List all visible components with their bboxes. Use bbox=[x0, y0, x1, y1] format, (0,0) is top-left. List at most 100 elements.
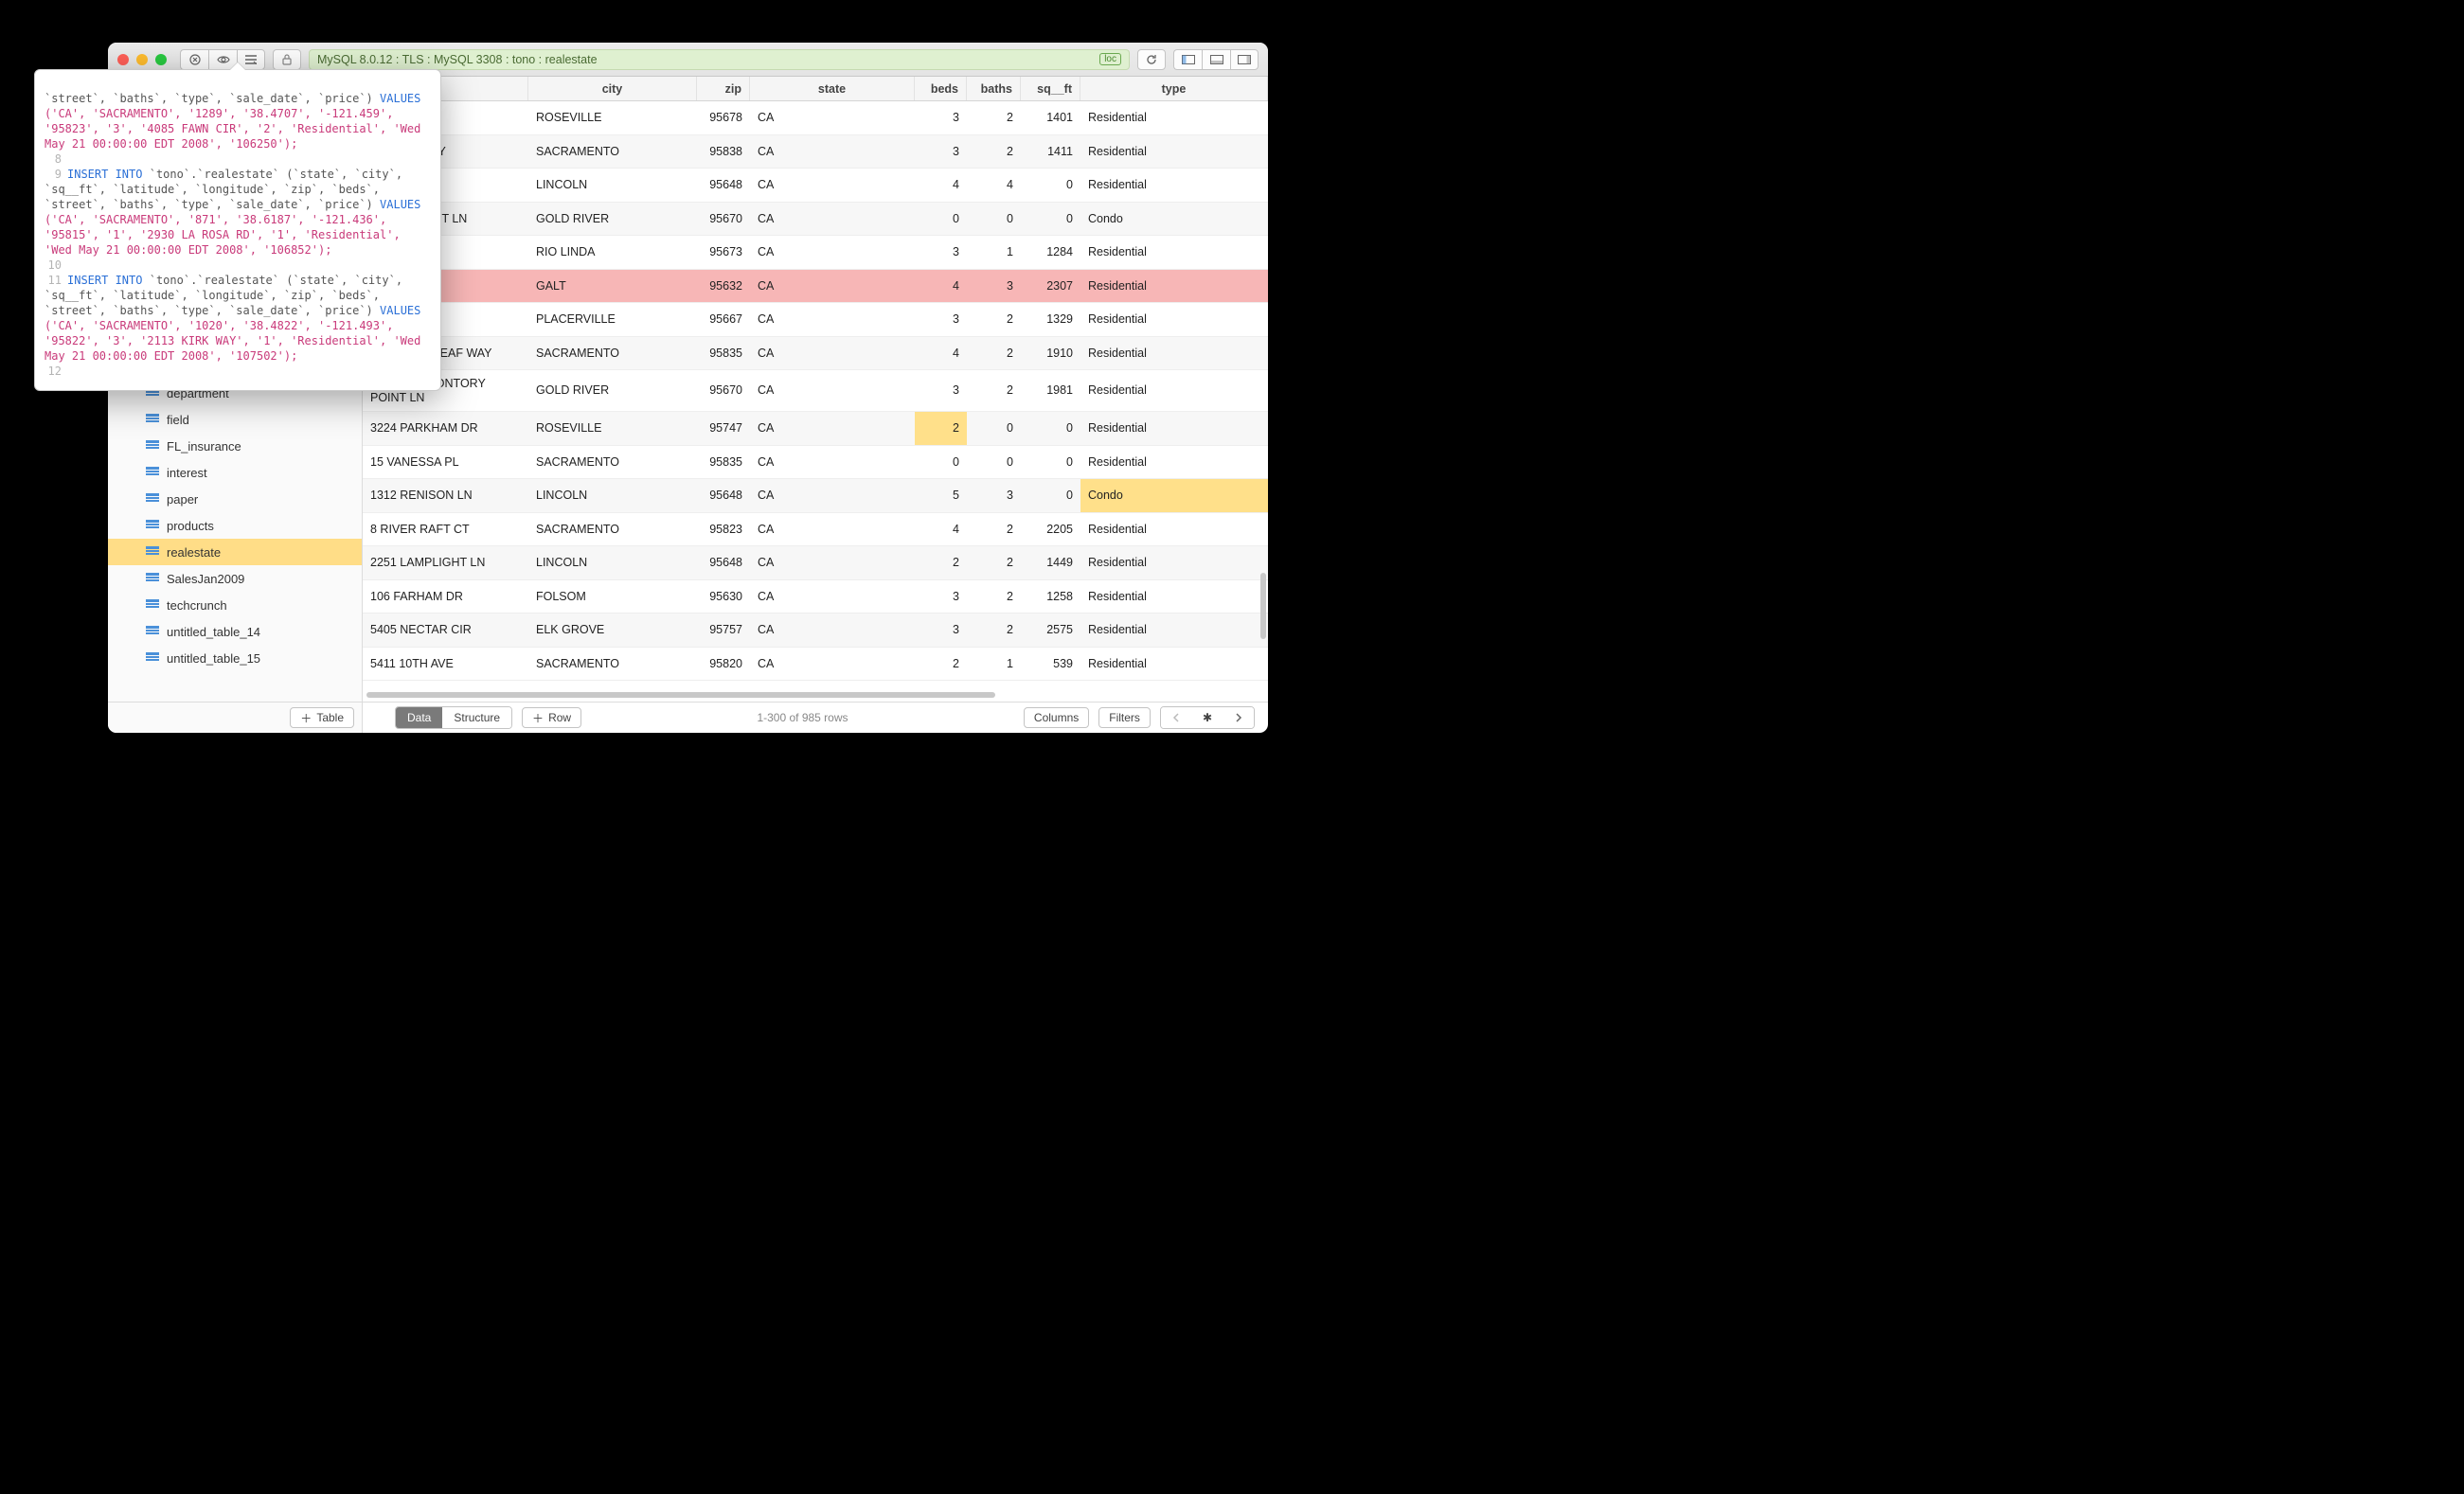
cell[interactable]: CA bbox=[750, 614, 915, 647]
cell[interactable]: FOLSOM bbox=[528, 580, 697, 614]
table-row[interactable]: 5411 10TH AVESACRAMENTO95820CA21539Resid… bbox=[363, 648, 1268, 682]
h-scrollbar[interactable] bbox=[363, 688, 1268, 702]
cell[interactable]: Residential bbox=[1080, 513, 1268, 546]
table-row[interactable]: EY LNLINCOLN95648CA440Residential bbox=[363, 169, 1268, 203]
cell[interactable]: SACRAMENTO bbox=[528, 337, 697, 370]
cell[interactable]: CA bbox=[750, 203, 915, 236]
cell[interactable]: Residential bbox=[1080, 169, 1268, 202]
prev-page-button[interactable] bbox=[1161, 707, 1191, 728]
cell[interactable]: 2 bbox=[967, 135, 1021, 169]
cell[interactable]: Residential bbox=[1080, 370, 1268, 411]
cell[interactable]: 3224 PARKHAM DR bbox=[363, 412, 528, 445]
cell[interactable]: 95632 bbox=[697, 270, 750, 303]
sidebar-item-realestate[interactable]: realestate bbox=[108, 539, 362, 565]
cell[interactable]: 95678 bbox=[697, 101, 750, 134]
cell[interactable]: RIO LINDA bbox=[528, 236, 697, 269]
cell[interactable]: 106 FARHAM DR bbox=[363, 580, 528, 614]
cell[interactable]: CA bbox=[750, 479, 915, 512]
cell[interactable]: CA bbox=[750, 169, 915, 202]
cell[interactable]: 95648 bbox=[697, 169, 750, 202]
col-city[interactable]: city bbox=[528, 77, 697, 100]
col-baths[interactable]: baths bbox=[967, 77, 1021, 100]
cell[interactable]: GOLD RIVER bbox=[528, 370, 697, 411]
cell[interactable]: 1411 bbox=[1021, 135, 1080, 169]
cell[interactable]: Condo bbox=[1080, 203, 1268, 236]
table-row[interactable]: 3224 PARKHAM DRROSEVILLE95747CA200Reside… bbox=[363, 412, 1268, 446]
refresh-button[interactable] bbox=[1137, 49, 1166, 70]
cell[interactable]: 3 bbox=[915, 101, 967, 134]
cell[interactable]: CA bbox=[750, 648, 915, 681]
cell[interactable]: CA bbox=[750, 135, 915, 169]
panel-right-button[interactable] bbox=[1230, 49, 1259, 70]
cell[interactable]: Residential bbox=[1080, 614, 1268, 647]
data-tab[interactable]: Data bbox=[396, 707, 442, 728]
cell[interactable]: 95670 bbox=[697, 370, 750, 411]
cell[interactable]: ELK GROVE bbox=[528, 614, 697, 647]
filters-button[interactable]: Filters bbox=[1098, 707, 1151, 728]
cell[interactable]: 2 bbox=[915, 546, 967, 579]
cell[interactable]: CA bbox=[750, 303, 915, 336]
cell[interactable]: 1329 bbox=[1021, 303, 1080, 336]
cell[interactable]: 15 VANESSA PL bbox=[363, 446, 528, 479]
columns-button[interactable]: Columns bbox=[1024, 707, 1089, 728]
cell[interactable]: 539 bbox=[1021, 648, 1080, 681]
sidebar-item-FL_insurance[interactable]: FL_insurance bbox=[108, 433, 362, 459]
cell[interactable]: CA bbox=[750, 236, 915, 269]
cell[interactable]: Residential bbox=[1080, 270, 1268, 303]
cell[interactable]: Residential bbox=[1080, 412, 1268, 445]
gear-button[interactable]: ✱ bbox=[1191, 707, 1223, 728]
cell[interactable]: 95630 bbox=[697, 580, 750, 614]
cell[interactable]: CA bbox=[750, 270, 915, 303]
sidebar-item-interest[interactable]: interest bbox=[108, 459, 362, 486]
col-state[interactable]: state bbox=[750, 77, 915, 100]
cell[interactable]: Residential bbox=[1080, 446, 1268, 479]
table-row[interactable]: 1312 RENISON LNLINCOLN95648CA530Condo bbox=[363, 479, 1268, 513]
cell[interactable]: 95835 bbox=[697, 337, 750, 370]
cell[interactable]: LINCOLN bbox=[528, 479, 697, 512]
cell[interactable]: 95667 bbox=[697, 303, 750, 336]
cell[interactable]: SACRAMENTO bbox=[528, 648, 697, 681]
cell[interactable]: SACRAMENTO bbox=[528, 446, 697, 479]
cell[interactable]: 0 bbox=[1021, 203, 1080, 236]
cell[interactable]: 95757 bbox=[697, 614, 750, 647]
cell[interactable]: SACRAMENTO bbox=[528, 135, 697, 169]
table-row[interactable]: 5405 NECTAR CIRELK GROVE95757CA322575Res… bbox=[363, 614, 1268, 648]
cell[interactable]: 4 bbox=[915, 337, 967, 370]
sidebar-item-untitled_table_14[interactable]: untitled_table_14 bbox=[108, 618, 362, 645]
cell[interactable]: Residential bbox=[1080, 337, 1268, 370]
cell[interactable]: 8 RIVER RAFT CT bbox=[363, 513, 528, 546]
table-row[interactable]: 106 FARHAM DRFOLSOM95630CA321258Resident… bbox=[363, 580, 1268, 614]
cell[interactable]: 95648 bbox=[697, 479, 750, 512]
cell[interactable]: 95747 bbox=[697, 412, 750, 445]
cell[interactable]: 5411 10TH AVE bbox=[363, 648, 528, 681]
cell[interactable]: 0 bbox=[1021, 446, 1080, 479]
sidebar-item-paper[interactable]: paper bbox=[108, 486, 362, 512]
cell[interactable]: 95835 bbox=[697, 446, 750, 479]
cell[interactable]: 95648 bbox=[697, 546, 750, 579]
cell[interactable]: 95670 bbox=[697, 203, 750, 236]
cell[interactable]: 95673 bbox=[697, 236, 750, 269]
cell[interactable]: 2575 bbox=[1021, 614, 1080, 647]
cell[interactable]: 0 bbox=[1021, 169, 1080, 202]
cell[interactable]: 3 bbox=[967, 270, 1021, 303]
cell[interactable]: 0 bbox=[1021, 412, 1080, 445]
cell[interactable]: 0 bbox=[967, 412, 1021, 445]
grid-body[interactable]: RCH CTROSEVILLE95678CA321401ResidentialN… bbox=[363, 101, 1268, 688]
cell[interactable]: 3 bbox=[915, 135, 967, 169]
cell[interactable]: 2 bbox=[967, 337, 1021, 370]
v-scroll-thumb[interactable] bbox=[1260, 573, 1266, 639]
table-row[interactable]: FORD COURT LNGOLD RIVER95670CA000Condo bbox=[363, 203, 1268, 237]
cancel-button[interactable] bbox=[180, 49, 208, 70]
cell[interactable]: 2 bbox=[967, 580, 1021, 614]
cell[interactable]: 0 bbox=[915, 203, 967, 236]
table-row[interactable]: 5651 OVERLEAF WAYSACRAMENTO95835CA421910… bbox=[363, 337, 1268, 371]
cell[interactable]: 0 bbox=[967, 446, 1021, 479]
cell[interactable]: 3 bbox=[967, 479, 1021, 512]
sidebar-item-field[interactable]: field bbox=[108, 406, 362, 433]
cell[interactable]: 1449 bbox=[1021, 546, 1080, 579]
cell[interactable]: 1284 bbox=[1021, 236, 1080, 269]
sidebar-item-untitled_table_15[interactable]: untitled_table_15 bbox=[108, 645, 362, 671]
cell[interactable]: 1910 bbox=[1021, 337, 1080, 370]
cell[interactable]: 1401 bbox=[1021, 101, 1080, 134]
table-row[interactable]: 2251 LAMPLIGHT LNLINCOLN95648CA221449Res… bbox=[363, 546, 1268, 580]
